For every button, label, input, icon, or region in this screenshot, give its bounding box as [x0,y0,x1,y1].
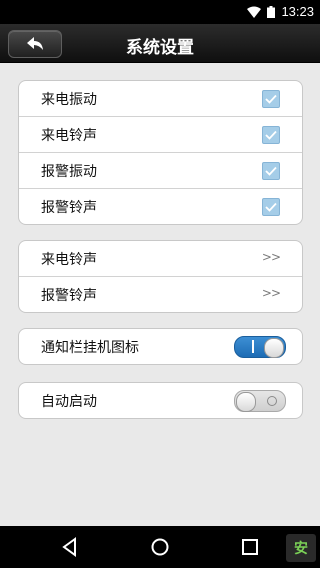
setting-row-call-vibrate[interactable]: 来电振动 [19,81,302,116]
auto-start-group: 自动启动 [18,382,303,419]
setting-label: 通知栏挂机图标 [41,339,139,356]
setting-label: 报警铃声 [41,287,97,304]
nav-recent-icon[interactable] [240,537,260,557]
battery-icon [267,5,276,18]
check-icon [265,202,277,212]
setting-row-alarm-vibrate[interactable]: 报警振动 [19,152,302,188]
setting-row-auto-start[interactable]: 自动启动 [19,383,302,418]
setting-label: 报警振动 [41,163,97,180]
toggle-knob [236,392,256,412]
status-icons: 13:23 [247,4,314,19]
ringtone-row-alarm[interactable]: 报警铃声 >> [19,276,302,312]
vibrate-ring-group: 来电振动 来电铃声 报警振动 报警铃声 [18,80,303,225]
checkbox-call-vibrate[interactable] [262,90,280,108]
setting-row-alarm-ring[interactable]: 报警铃声 [19,188,302,224]
check-icon [265,166,277,176]
setting-label: 自动启动 [41,393,97,410]
navigation-bar: 安 [0,526,320,568]
toggle-off-mark [267,396,277,406]
watermark-logo-icon: 安 [286,534,316,562]
toggle-notify-icon[interactable] [234,336,286,358]
nav-home-icon[interactable] [150,537,170,557]
checkbox-call-ring[interactable] [262,126,280,144]
toggle-knob [264,338,284,358]
setting-label: 报警铃声 [41,199,97,216]
chevron-right-icon: >> [261,250,281,264]
notify-icon-group: 通知栏挂机图标 [18,328,303,365]
ringtone-group: 来电铃声 >> 报警铃声 >> [18,240,303,313]
check-icon [265,94,277,104]
status-time: 13:23 [281,4,314,19]
nav-back-icon[interactable] [60,537,80,557]
checkbox-alarm-ring[interactable] [262,198,280,216]
setting-row-notify-icon[interactable]: 通知栏挂机图标 [19,329,302,364]
setting-label: 来电铃声 [41,127,97,144]
setting-row-call-ring[interactable]: 来电铃声 [19,116,302,152]
chevron-right-icon: >> [261,286,281,300]
ringtone-row-call[interactable]: 来电铃声 >> [19,241,302,276]
setting-label: 来电振动 [41,91,97,108]
checkbox-alarm-vibrate[interactable] [262,162,280,180]
page-title: 系统设置 [126,38,194,58]
toggle-on-mark [252,340,254,353]
status-bar: 13:23 [0,0,320,24]
setting-label: 来电铃声 [41,251,97,268]
title-bar: 系统设置 [0,24,320,63]
wifi-icon [247,6,262,18]
check-icon [265,130,277,140]
toggle-auto-start[interactable] [234,390,286,412]
